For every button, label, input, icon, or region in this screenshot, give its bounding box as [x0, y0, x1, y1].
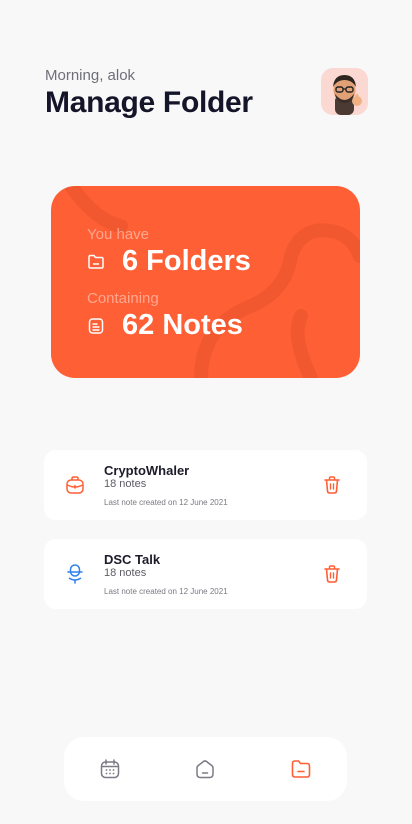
calendar-icon[interactable]	[99, 758, 121, 780]
bottom-nav	[64, 737, 347, 801]
folder-name: DSC Talk	[104, 552, 161, 567]
notes-stat: 62 Notes	[87, 309, 243, 342]
avatar[interactable]	[321, 68, 368, 115]
folder-card-cryptowhaler[interactable]: CryptoWhaler 18 notes Last note created …	[44, 450, 367, 520]
folders-value: 6 Folders	[122, 245, 251, 277]
microphone-icon	[67, 564, 83, 584]
folder-icon	[88, 254, 104, 269]
home-icon[interactable]	[194, 758, 216, 780]
folder-note-count: 18 notes	[104, 567, 147, 579]
notes-icon	[88, 317, 104, 334]
folder-name: CryptoWhaler	[104, 463, 190, 478]
folders-label: You have	[87, 226, 150, 243]
notes-label: Containing	[87, 290, 159, 307]
delete-icon[interactable]	[323, 564, 341, 584]
folder-icon[interactable]	[290, 758, 312, 780]
summary-card: You have 6 Folders Containing 62 Notes	[51, 186, 360, 378]
delete-icon[interactable]	[323, 475, 341, 495]
folder-last-note: Last note created on 12 June 2021	[104, 587, 228, 596]
folder-note-count: 18 notes	[104, 478, 147, 490]
folder-card-dsc-talk[interactable]: DSC Talk 18 notes Last note created on 1…	[44, 539, 367, 609]
briefcase-icon	[66, 476, 84, 494]
memoji-avatar-icon	[333, 75, 362, 115]
card-decoration	[64, 186, 360, 378]
folder-last-note: Last note created on 12 June 2021	[104, 498, 228, 507]
page-title: Manage Folder	[45, 86, 253, 119]
notes-value: 62 Notes	[122, 309, 243, 341]
greeting-text: Morning, alok	[45, 67, 136, 84]
folders-stat: 6 Folders	[87, 245, 251, 278]
